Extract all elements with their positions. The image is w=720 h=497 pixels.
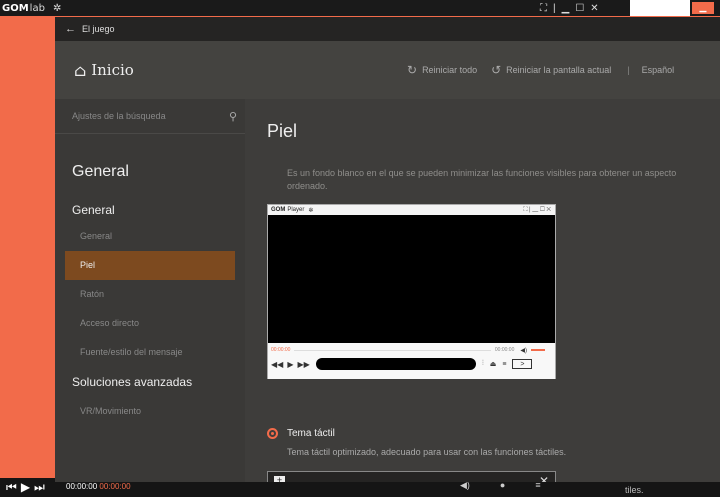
close-icon: ✕ bbox=[538, 473, 549, 483]
search-field[interactable]: Ajustes de la búsqueda ⚲ bbox=[55, 99, 245, 134]
host-titlebar: GOMlab ✲ ⛶ | ▁ ☐ ✕ ▁ bbox=[0, 0, 720, 16]
home-icon: ⌂ bbox=[74, 60, 87, 80]
sidebar-section-general[interactable]: General bbox=[55, 198, 245, 222]
sidebar-item-vr-movimiento[interactable]: VR/Movimiento bbox=[65, 397, 235, 426]
touch-theme-description: Tema táctil optimizado, adecuado para us… bbox=[287, 447, 567, 457]
settings-main: Piel Es un fondo blanco en el que se pue… bbox=[245, 99, 720, 482]
minimize-icon: _ bbox=[522, 473, 529, 483]
preview-seekbar: 00:00:00 00:00:00 ◀) bbox=[271, 347, 545, 354]
sidebar-item-piel[interactable]: Piel bbox=[65, 251, 235, 280]
host-window-controls: ⛶ | ▁ ☐ ✕ bbox=[540, 0, 599, 16]
preview-window-controls: ⛶ | ▁ ☐ ✕ bbox=[523, 206, 551, 213]
language-selector[interactable]: Español bbox=[642, 65, 675, 75]
forward-icon: ▶▶ bbox=[297, 360, 310, 369]
undo-icon: ↺ bbox=[491, 63, 502, 77]
rewind-icon: ◀◀ bbox=[271, 360, 284, 369]
preview-right-controls: ⫶ ⏏ ≡ > bbox=[482, 359, 533, 369]
preview-progress-bar bbox=[316, 358, 476, 370]
refresh-icon: ↻ bbox=[407, 63, 418, 77]
touch-theme-radio[interactable] bbox=[267, 428, 278, 439]
gear-icon: ✲ bbox=[308, 207, 314, 214]
play-icon[interactable]: ▶ bbox=[21, 480, 30, 495]
touch-theme-option[interactable]: Tema táctil bbox=[267, 428, 335, 439]
eject-icon: ⏏ bbox=[489, 361, 497, 368]
host-playback-controls: ⏮ ▶ ⏭ bbox=[0, 480, 45, 495]
playlist-icon: ≡ bbox=[502, 360, 507, 368]
host-titlebar-blank bbox=[630, 0, 690, 16]
search-icon[interactable]: ⚲ bbox=[229, 110, 237, 123]
play-icon: ▶ bbox=[287, 360, 294, 369]
sidebar-item-acceso-directo[interactable]: Acceso directo bbox=[65, 309, 235, 338]
minimize-button[interactable]: ▁ bbox=[692, 2, 714, 14]
previous-icon[interactable]: ⏮ bbox=[6, 480, 17, 495]
home-label: Inicio bbox=[91, 61, 134, 79]
touch-theme-label: Tema táctil bbox=[287, 428, 335, 439]
divider: | bbox=[627, 65, 630, 75]
preview-playback-buttons: ◀◀ ▶ ▶▶ bbox=[271, 360, 310, 369]
volume-icon: ◀) bbox=[520, 347, 527, 354]
reset-all-button[interactable]: ↻ Reiniciar todo bbox=[407, 63, 477, 77]
header-actions: ↻ Reiniciar todo ↺ Reiniciar la pantalla… bbox=[407, 41, 674, 99]
sidebar-title: General bbox=[72, 163, 129, 180]
touch-preview-window-controls: _ ✕ bbox=[522, 474, 549, 483]
sidebar-item-raton[interactable]: Ratón bbox=[65, 280, 235, 309]
minimize-icon[interactable]: ▁ bbox=[562, 3, 570, 14]
topbar-title: El juego bbox=[82, 24, 115, 34]
reset-screen-button[interactable]: ↺ Reiniciar la pantalla actual bbox=[491, 63, 611, 77]
touch-preview-titlebar: + _ ✕ bbox=[268, 472, 555, 482]
close-icon[interactable]: ✕ bbox=[590, 3, 598, 14]
page-title: Piel bbox=[267, 121, 298, 141]
preview-controls: 00:00:00 00:00:00 ◀) ◀◀ ▶ ▶▶ ⫶ ⏏ ≡ > bbox=[268, 343, 555, 379]
host-logo: GOMlab bbox=[2, 2, 45, 14]
preview-titlebar: GOM Player ✲ ⛶ | ▁ ☐ ✕ bbox=[268, 205, 555, 215]
gear-icon[interactable]: ✲ bbox=[53, 3, 61, 14]
skin-preview-default[interactable]: GOM Player ✲ ⛶ | ▁ ☐ ✕ 00:00:00 00:00:00 … bbox=[267, 204, 556, 379]
host-time-display: 00:00:00 00:00:00 bbox=[66, 482, 131, 491]
settings-window: ← El juego ⌂ Inicio ↻ Reiniciar todo ↺ R… bbox=[55, 17, 720, 482]
search-placeholder: Ajustes de la búsqueda bbox=[72, 111, 166, 121]
compact-mode-icon[interactable]: ⛶ bbox=[540, 3, 547, 14]
skin-description: Es un fondo blanco en el que se pueden m… bbox=[287, 168, 677, 191]
skin-preview-touch[interactable]: + _ ✕ bbox=[267, 471, 556, 482]
sidebar-section-advanced[interactable]: Soluciones avanzadas bbox=[55, 367, 245, 397]
expand-icon: > bbox=[512, 359, 533, 369]
maximize-icon[interactable]: ☐ bbox=[575, 3, 584, 14]
equalizer-icon: ⫶ bbox=[482, 360, 484, 367]
settings-topbar: ← El juego bbox=[55, 17, 720, 41]
sidebar-item-fuente-estilo[interactable]: Fuente/estilo del mensaje bbox=[65, 338, 235, 367]
settings-sidebar: Ajustes de la búsqueda ⚲ General General… bbox=[55, 99, 245, 482]
back-arrow-icon[interactable]: ← bbox=[65, 23, 76, 35]
next-icon[interactable]: ⏭ bbox=[34, 480, 45, 495]
preview-video-area bbox=[268, 215, 555, 343]
sidebar-item-general[interactable]: General bbox=[65, 222, 235, 251]
home-link[interactable]: ⌂ Inicio bbox=[74, 61, 134, 80]
divider: | bbox=[553, 2, 556, 14]
add-icon: + bbox=[274, 476, 285, 482]
settings-header: ⌂ Inicio ↻ Reiniciar todo ↺ Reiniciar la… bbox=[55, 41, 720, 99]
host-tiles-text: tiles. bbox=[625, 485, 644, 495]
